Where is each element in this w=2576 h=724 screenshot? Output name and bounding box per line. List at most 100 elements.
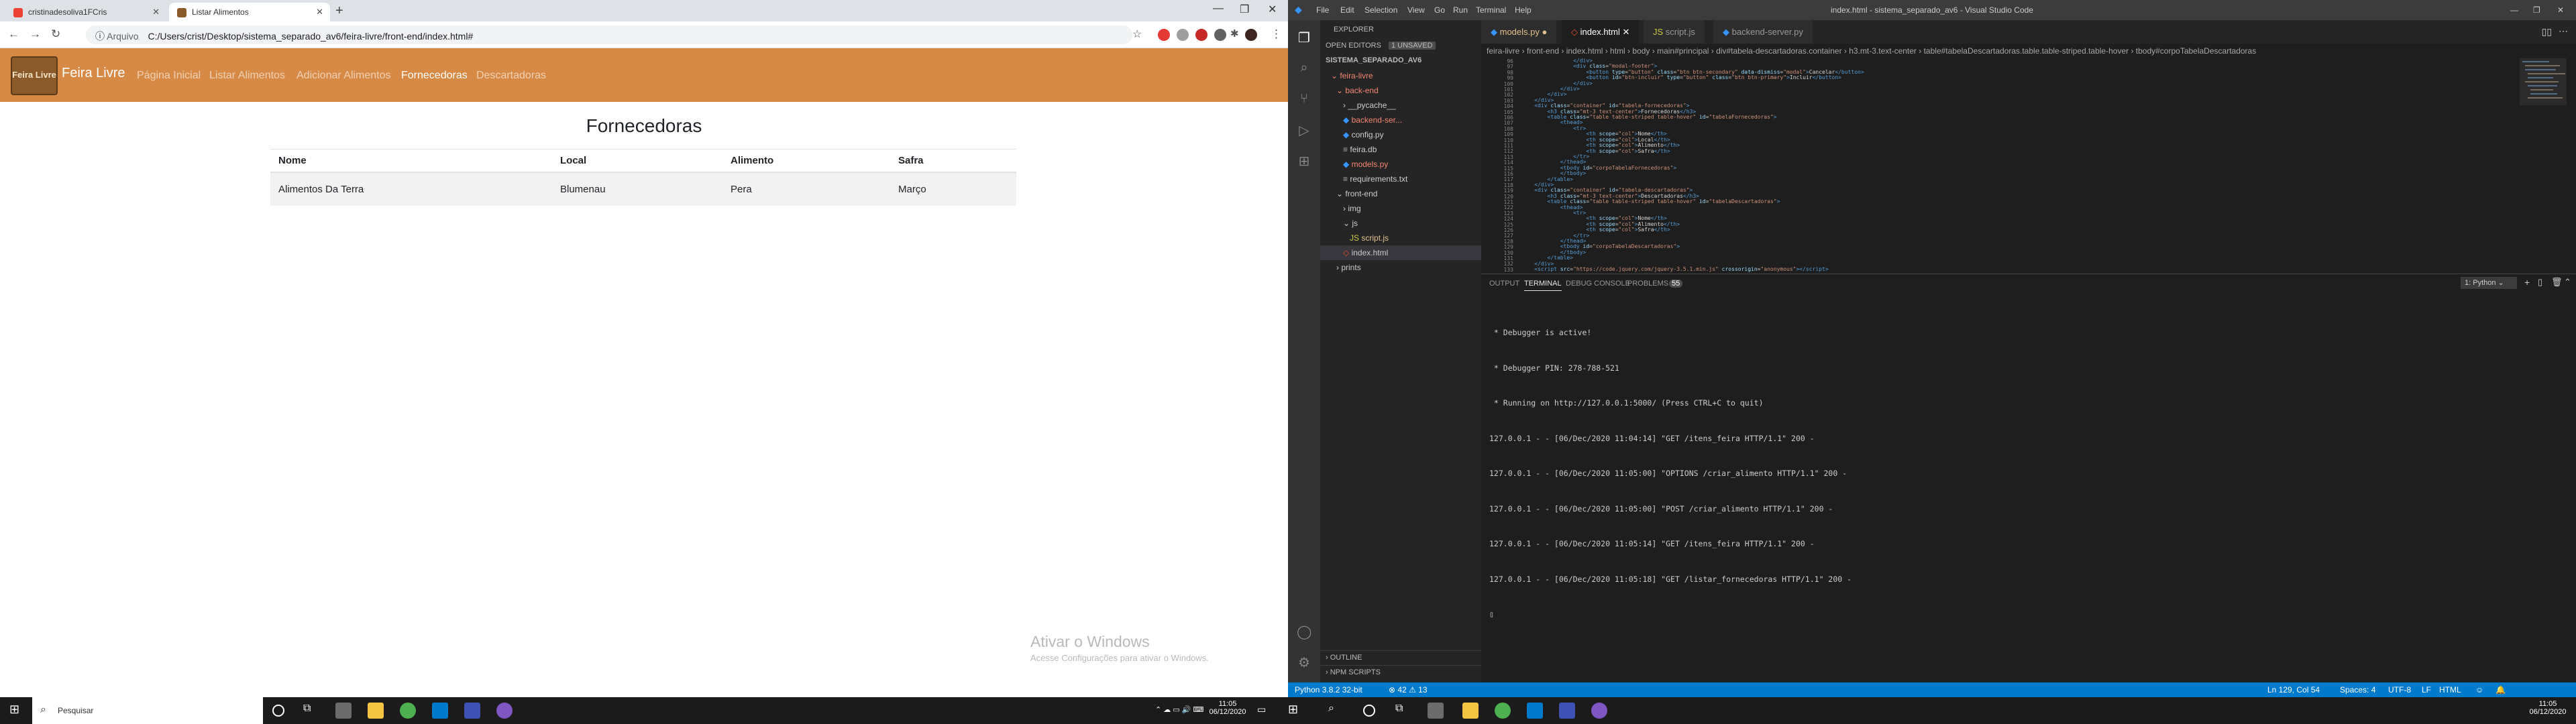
npm-scripts-section[interactable]: › NPM SCRIPTS <box>1320 665 1481 680</box>
cursor-position[interactable]: Ln 129, Col 54 <box>2267 685 2320 695</box>
menu-kebab-icon[interactable]: ⋮ <box>1271 27 1282 41</box>
tree-item-back-end[interactable]: ⌄ back-end <box>1320 83 1481 98</box>
workspace-root[interactable]: SISTEMA_SEPARADO_AV6 <box>1320 54 1481 68</box>
trash-icon[interactable]: 🗑 <box>2551 277 2563 288</box>
terminal-select[interactable]: 1: Python ⌄ <box>2461 277 2517 289</box>
clock-secondary[interactable]: 11:05 06/12/2020 <box>2528 700 2568 716</box>
nav-adicionar-alimentos[interactable]: Adicionar Alimentos <box>297 70 391 82</box>
menu-terminal[interactable]: Terminal <box>1476 5 1506 15</box>
run-debug-icon[interactable]: ▷ <box>1297 122 1311 138</box>
tab-backend-server[interactable]: ◆ backend-server.py <box>1713 20 1813 44</box>
python-interpreter[interactable]: Python 3.8.2 32-bit <box>1295 685 1362 695</box>
gear-icon[interactable]: ⚙ <box>1297 654 1311 670</box>
extensions-icon[interactable]: ⊞ <box>1297 153 1311 169</box>
search-icon[interactable]: ⌕ <box>1297 60 1311 75</box>
chrome-icon[interactable] <box>1495 703 1511 719</box>
taskbar-search-box[interactable]: ⌕ Pesquisar <box>32 697 263 724</box>
minimize-icon[interactable]: — <box>1213 3 1224 15</box>
file-explorer-icon[interactable] <box>1462 703 1479 719</box>
nav-pagina-inicial[interactable]: Página Inicial <box>137 70 201 82</box>
reload-icon[interactable]: ↻ <box>51 27 60 41</box>
system-tray-icons[interactable]: ⌃ ☁ ▭ 🔊 ⌨ <box>1155 705 1203 714</box>
terminal-output[interactable]: * Debugger is active! * Debugger PIN: 27… <box>1489 304 1851 644</box>
code-editor[interactable]: 96 97 98 99 100 101 102 103 104 105 106 107 108 109 11… <box>1481 58 2520 273</box>
menu-file[interactable]: File <box>1316 5 1329 15</box>
notification-icon[interactable]: ▭ <box>1257 704 1266 715</box>
tree-item-pycache[interactable]: › __pycache__ <box>1320 98 1481 113</box>
tab-script-js[interactable]: JS script.js <box>1644 20 1705 44</box>
problems-status[interactable]: ⊗ 42 ⚠ 13 <box>1389 685 1428 695</box>
split-terminal-icon[interactable]: ▯ <box>2538 277 2542 288</box>
windows-start-icon[interactable]: ⊞ <box>1288 703 1304 719</box>
avatar[interactable] <box>1245 29 1257 41</box>
nav-descartadoras[interactable]: Descartadoras <box>476 70 546 82</box>
site-brand[interactable]: Feira Livre <box>62 66 125 81</box>
split-editor-icon[interactable]: ▯▯ <box>2542 26 2552 38</box>
extension-icon[interactable] <box>1195 29 1208 41</box>
task-view-icon[interactable]: ⧉ <box>1395 703 1411 719</box>
tree-item-index-html[interactable]: ◇ index.html <box>1320 245 1481 260</box>
menu-run[interactable]: Run <box>1453 5 1468 15</box>
nav-fornecedoras[interactable]: Fornecedoras <box>401 70 468 82</box>
tree-item-feira-livre[interactable]: ⌄ feira-livre <box>1320 68 1481 83</box>
tab-index-html[interactable]: ◇ index.html ✕ <box>1562 20 1640 44</box>
app-icon[interactable] <box>1428 703 1444 719</box>
menu-help[interactable]: Help <box>1515 5 1532 15</box>
account-icon[interactable]: ◯ <box>1297 623 1311 640</box>
forward-icon[interactable]: → <box>30 27 41 41</box>
add-terminal-icon[interactable]: + <box>2524 277 2530 288</box>
open-editors-section[interactable]: OPEN EDITORS 1 UNSAVED <box>1320 39 1481 54</box>
tree-item-front-end[interactable]: ⌄ front-end <box>1320 186 1481 201</box>
vscode-icon[interactable] <box>432 703 448 719</box>
app-icon[interactable] <box>496 703 513 719</box>
close-icon[interactable]: ✕ <box>1623 27 1630 37</box>
panel-tab-terminal[interactable]: TERMINAL <box>1524 280 1562 291</box>
eol-status[interactable]: LF <box>2422 685 2431 695</box>
tree-item-models[interactable]: ◆ models.py <box>1320 157 1481 172</box>
more-actions-icon[interactable]: ⋯ <box>2559 25 2568 37</box>
encoding-status[interactable]: UTF-8 <box>2388 685 2411 695</box>
menu-edit[interactable]: Edit <box>1340 5 1354 15</box>
extension-icon[interactable] <box>1214 29 1226 41</box>
menu-selection[interactable]: Selection <box>1364 5 1397 15</box>
code-text[interactable]: </div> <div class="modal-footer"> <butto… <box>1521 58 1864 272</box>
maximize-icon[interactable]: ❐ <box>2533 5 2540 15</box>
bell-icon[interactable]: 🔔 <box>2496 685 2506 695</box>
app-icon[interactable] <box>335 703 352 719</box>
tree-item-feira-db[interactable]: ≡ feira.db <box>1320 142 1481 157</box>
outline-section[interactable]: › OUTLINE <box>1320 650 1481 665</box>
tree-item-config[interactable]: ◆ config.py <box>1320 127 1481 142</box>
mail-icon[interactable] <box>464 703 480 719</box>
vscode-icon[interactable] <box>1527 703 1543 719</box>
address-bar[interactable]: ⓘ Arquivo C:/Users/crist/Desktop/sistema… <box>86 25 1132 44</box>
extension-icon[interactable] <box>1177 29 1189 41</box>
close-icon[interactable]: ✕ <box>316 7 323 17</box>
close-window-icon[interactable]: ✕ <box>2557 5 2564 15</box>
site-logo[interactable]: Feira Livre <box>11 56 58 95</box>
extension-icon[interactable] <box>1158 29 1170 41</box>
puzzle-icon[interactable]: ✱ <box>1230 27 1239 40</box>
feedback-icon[interactable]: ☺ <box>2475 685 2483 695</box>
cortana-icon[interactable] <box>1363 705 1375 717</box>
tree-item-js[interactable]: ⌄ js <box>1320 216 1481 231</box>
panel-tab-debug-console[interactable]: DEBUG CONSOLE <box>1566 280 1630 288</box>
app-icon[interactable] <box>1591 703 1607 719</box>
minimize-icon[interactable]: — <box>2510 5 2518 15</box>
menu-go[interactable]: Go <box>1434 5 1445 15</box>
indentation-status[interactable]: Spaces: 4 <box>2340 685 2375 695</box>
tree-item-img[interactable]: › img <box>1320 201 1481 216</box>
language-mode[interactable]: HTML <box>2439 685 2461 695</box>
tree-item-script-js[interactable]: JS script.js <box>1320 231 1481 245</box>
file-explorer-icon[interactable] <box>368 703 384 719</box>
source-control-icon[interactable]: ⑂ <box>1297 91 1311 106</box>
nav-listar-alimentos[interactable]: Listar Alimentos <box>209 70 285 82</box>
search-icon[interactable]: ⌕ <box>1328 703 1344 719</box>
tree-item-prints[interactable]: › prints <box>1320 260 1481 275</box>
close-icon[interactable]: ✕ <box>152 7 160 17</box>
mail-icon[interactable] <box>1559 703 1575 719</box>
back-icon[interactable]: ← <box>8 27 19 41</box>
chrome-icon[interactable] <box>400 703 416 719</box>
tab-models-py[interactable]: ◆ models.py ● <box>1481 20 1558 44</box>
task-view-icon[interactable]: ⧉ <box>303 703 319 719</box>
tree-item-requirements[interactable]: ≡ requirements.txt <box>1320 172 1481 186</box>
